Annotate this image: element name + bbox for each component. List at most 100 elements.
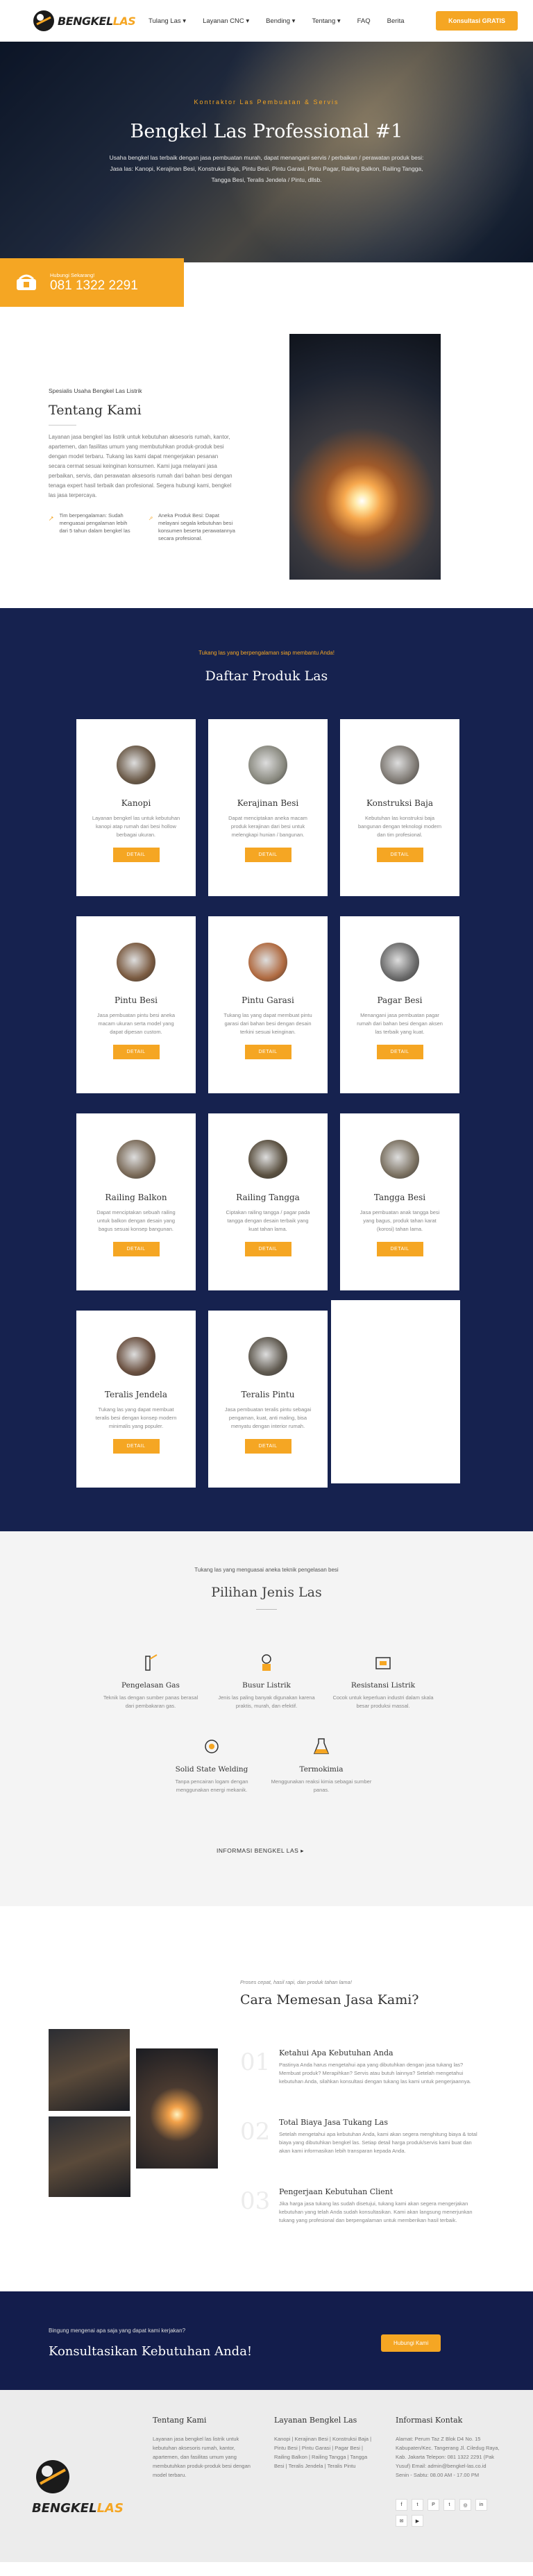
footer-col-text: Alamat: Perum Taz Z Blok D4 No. 15 Kabup… xyxy=(396,2436,500,2478)
site-footer: BENGKELLAS Tentang Kami Layanan jasa beng… xyxy=(0,2390,533,2562)
product-name: Teralis Pintu xyxy=(241,1390,295,1399)
product-image xyxy=(117,943,155,982)
site-header: BENGKELLAS Tulang Las ▾ Layanan CNC ▾ Be… xyxy=(0,0,533,42)
welding-photo xyxy=(136,2048,218,2169)
social-links: f t P t ◎ in ✉ ▶ xyxy=(396,2499,500,2527)
detail-button[interactable]: DETAIL xyxy=(112,1242,160,1256)
logo-text-b: LAS xyxy=(112,14,136,28)
product-desc: Tukang las yang dapat membuat pintu gara… xyxy=(223,1012,312,1035)
detail-button[interactable]: DETAIL xyxy=(244,1045,291,1059)
step-text: Setelah mengetahui apa kebutuhan Anda, k… xyxy=(279,2131,477,2154)
jenis-item: Pengelasan Gas Teknik las dengan sumber p… xyxy=(99,1652,203,1710)
facebook-icon[interactable]: f xyxy=(396,2499,407,2511)
product-image xyxy=(117,746,155,784)
product-image xyxy=(380,746,419,784)
jenis-name: Pengelasan Gas xyxy=(121,1681,180,1690)
empty-card xyxy=(331,1300,460,1483)
welder-mask-icon xyxy=(256,1652,277,1673)
workshop-photo xyxy=(49,2029,130,2111)
product-card: Railing Tangga Ciptakan railing tangga / … xyxy=(208,1113,328,1290)
step-number: 02 xyxy=(240,2118,271,2146)
step-title: Total Biaya Jasa Tukang Las xyxy=(279,2118,388,2127)
linkedin-icon[interactable]: in xyxy=(475,2499,487,2511)
products-kicker: Tukang las yang berpengalaman siap memba… xyxy=(198,650,335,656)
detail-button[interactable]: DETAIL xyxy=(112,1439,160,1454)
main-nav: Tulang Las ▾ Layanan CNC ▾ Bending ▾ Ten… xyxy=(149,17,436,25)
instagram-icon[interactable]: ◎ xyxy=(459,2499,471,2511)
step-item: 03 Pengerjaan Kebutuhan Client Jika harga … xyxy=(240,2187,483,2225)
detail-button[interactable]: DETAIL xyxy=(244,1439,291,1454)
pinterest-icon[interactable]: P xyxy=(428,2499,439,2511)
footer-col-contact: Informasi Kontak Alamat: Perum Taz Z Blok… xyxy=(396,2416,500,2480)
product-card: Kerajinan Besi Dapat menciptakan aneka ma… xyxy=(208,719,328,896)
product-image xyxy=(380,1140,419,1179)
cara-title: Cara Memesan Jasa Kami? xyxy=(240,1992,419,2007)
email-icon[interactable]: ✉ xyxy=(396,2515,407,2527)
detail-button[interactable]: DETAIL xyxy=(376,848,423,862)
step-number: 03 xyxy=(240,2187,271,2215)
product-card: Pintu Garasi Tukang las yang dapat membua… xyxy=(208,916,328,1093)
product-desc: Tukang las yang dapat membuat teralis be… xyxy=(95,1406,177,1429)
flask-icon xyxy=(311,1736,332,1757)
footer-logo[interactable]: BENGKELLAS xyxy=(32,2456,124,2516)
footer-col-services: Layanan Bengkel Las Kanopi | Kerajinan Be… xyxy=(274,2416,378,2470)
detail-button[interactable]: DETAIL xyxy=(376,1242,423,1256)
banner-subtitle: Bingung mengenai apa saja yang dapat kam… xyxy=(49,2327,186,2334)
welder-photo xyxy=(289,334,441,580)
detail-button[interactable]: DETAIL xyxy=(112,1045,160,1059)
site-logo[interactable]: BENGKELLAS xyxy=(32,9,149,33)
product-name: Railing Balkon xyxy=(105,1193,167,1202)
info-bengkel-link[interactable]: INFORMASI BENGKEL LAS ▸ xyxy=(217,1847,304,1855)
nav-item-faq[interactable]: FAQ xyxy=(357,17,371,25)
step-title: Pengerjaan Kebutuhan Client xyxy=(279,2187,394,2196)
hero-title: Bengkel Las Professional #1 xyxy=(130,121,403,142)
nav-item-layanan-cnc[interactable]: Layanan CNC ▾ xyxy=(203,17,249,25)
tumblr-icon[interactable]: t xyxy=(443,2499,455,2511)
footer-col-text[interactable]: Kanopi | Kerajinan Besi | Konstruksi Baj… xyxy=(274,2434,378,2470)
footer-col-title: Tentang Kami xyxy=(153,2416,207,2425)
product-name: Railing Tangga xyxy=(236,1193,300,1202)
phone-icon xyxy=(17,274,36,290)
jenis-name: Termokimia xyxy=(299,1765,344,1774)
product-desc: Dapat menciptakan sebuah railing untuk b… xyxy=(96,1209,176,1232)
youtube-icon[interactable]: ▶ xyxy=(412,2515,423,2527)
nav-item-tulang-las[interactable]: Tulang Las ▾ xyxy=(149,17,186,25)
footer-logo-a: BENGKEL xyxy=(32,2501,97,2516)
detail-button[interactable]: DETAIL xyxy=(112,848,160,862)
contact-bar[interactable]: Hubungi Sekarang! 081 1322 2291 xyxy=(0,258,184,307)
gas-torch-icon xyxy=(140,1652,161,1673)
nav-item-bending[interactable]: Bending ▾ xyxy=(266,17,295,25)
product-name: Tangga Besi xyxy=(373,1193,426,1202)
hubungi-button[interactable]: Hubungi Kami xyxy=(381,2334,441,2352)
detail-button[interactable]: DETAIL xyxy=(244,848,291,862)
product-card: Teralis Pintu Jasa pembuatan teralis pint… xyxy=(208,1311,328,1488)
footer-logo-b: LAS xyxy=(96,2501,124,2516)
product-name: Pagar Besi xyxy=(377,995,423,1005)
hammer-icon xyxy=(49,516,53,521)
detail-button[interactable]: DETAIL xyxy=(244,1242,291,1256)
step-text: Jika harga jasa tukang las sudah disetuj… xyxy=(279,2200,473,2223)
product-name: Kerajinan Besi xyxy=(237,798,299,808)
jenis-desc: Menggunakan reaksi kimia sebagai sumber … xyxy=(271,1778,372,1793)
product-card: Teralis Jendela Tukang las yang dapat mem… xyxy=(76,1311,196,1488)
detail-button[interactable]: DETAIL xyxy=(376,1045,423,1059)
jenis-name: Busur Listrik xyxy=(242,1681,291,1690)
product-image xyxy=(117,1337,155,1376)
machine-icon xyxy=(373,1652,394,1673)
jenis-item: Resistansi Listrik Cocok untuk keperluan … xyxy=(331,1652,435,1710)
jenis-item: Solid State Welding Tanpa pencairan logam… xyxy=(160,1736,264,1794)
contact-label: Hubungi Sekarang! xyxy=(50,271,95,278)
tool-icon xyxy=(149,516,153,521)
konsultasi-button[interactable]: Konsultasi GRATIS xyxy=(436,11,518,31)
contact-phone[interactable]: 081 1322 2291 xyxy=(50,278,138,293)
nav-item-tentang[interactable]: Tentang ▾ xyxy=(312,17,340,25)
product-card: Pintu Besi Jasa pembuatan pintu besi anek… xyxy=(76,916,196,1093)
step-title: Ketahui Apa Kebutuhan Anda xyxy=(279,2048,394,2057)
product-card: Konstruksi Baja Kebutuhan las konstruksi … xyxy=(340,719,459,896)
nav-item-berita[interactable]: Berita xyxy=(387,17,405,25)
twitter-icon[interactable]: t xyxy=(412,2499,423,2511)
product-desc: Dapat menciptakan aneka macam produk ker… xyxy=(228,815,307,838)
robot-icon xyxy=(201,1736,222,1757)
product-card: Railing Balkon Dapat menciptakan sebuah r… xyxy=(76,1113,196,1290)
product-name: Pintu Besi xyxy=(115,995,158,1005)
